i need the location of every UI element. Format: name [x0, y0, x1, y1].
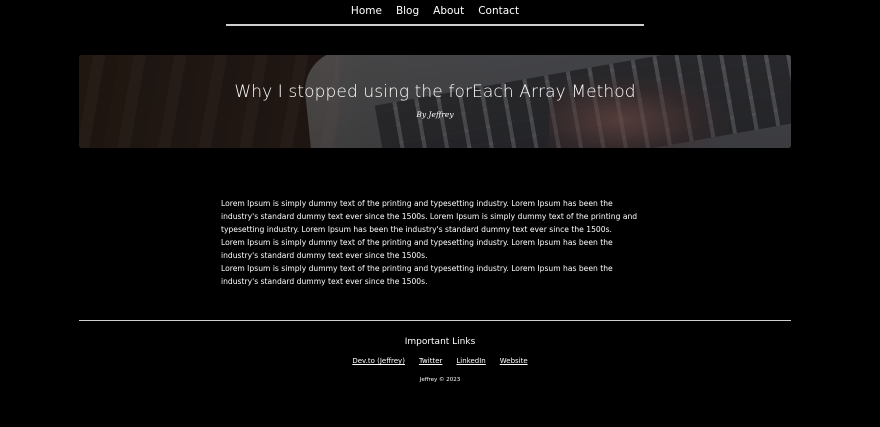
nav-home-link[interactable]: Home [351, 5, 382, 17]
copyright-text: Jeffrey © 2023 [419, 377, 461, 383]
post-author: By Jeffrey [416, 110, 454, 119]
footer-link-twitter[interactable]: Twitter [419, 357, 442, 365]
post-paragraph: Lorem Ipsum is simply dummy text of the … [221, 238, 613, 260]
footer-title: Important Links [404, 337, 476, 347]
post-paragraph: Lorem Ipsum is simply dummy text of the … [221, 199, 638, 234]
nav-contact-link[interactable]: Contact [478, 5, 519, 17]
post-title: Why I stopped using the forEach Array Me… [234, 82, 636, 102]
post-paragraph: Lorem Ipsum is simply dummy text of the … [221, 264, 613, 286]
hero-banner: Why I stopped using the forEach Array Me… [79, 55, 791, 148]
page: Home Blog About Contact Why I stopped us… [0, 0, 880, 427]
footer-link-website[interactable]: Website [500, 357, 528, 365]
footer-link-devto[interactable]: Dev.to (Jeffrey) [352, 357, 405, 365]
footer-links: Dev.to (Jeffrey) Twitter LinkedIn Websit… [0, 357, 880, 365]
top-nav: Home Blog About Contact [226, 0, 644, 26]
nav-blog-link[interactable]: Blog [396, 5, 419, 17]
footer-link-linkedin[interactable]: LinkedIn [456, 357, 485, 365]
post-body: Lorem Ipsum is simply dummy text of the … [221, 197, 651, 288]
nav-about-link[interactable]: About [433, 5, 464, 17]
footer-divider [79, 320, 791, 321]
